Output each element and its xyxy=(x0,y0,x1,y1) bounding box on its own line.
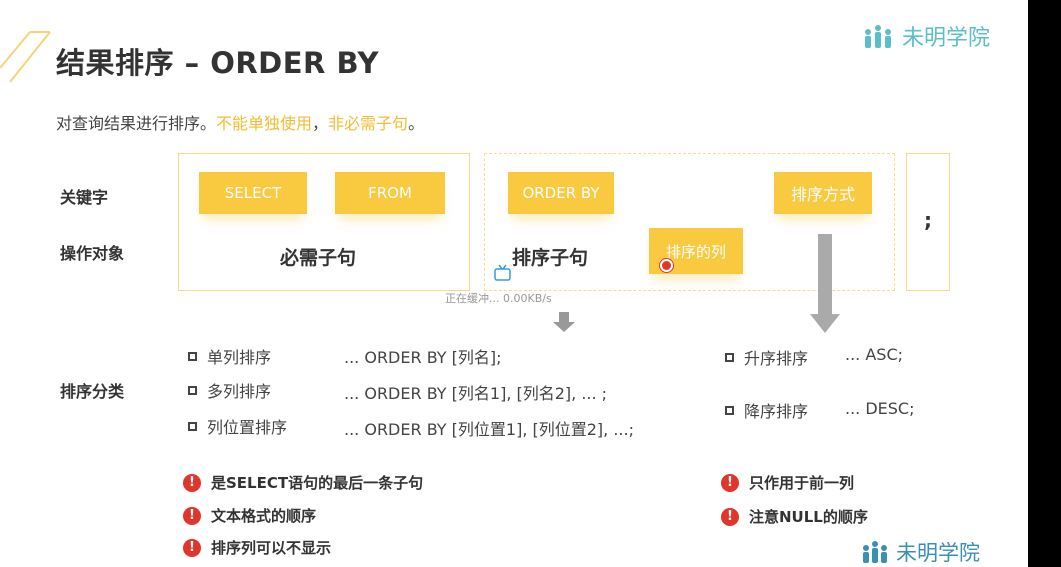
semicolon: ; xyxy=(924,208,932,232)
subtitle-highlight-1: 不能单独使用 xyxy=(216,114,313,133)
subtitle-highlight-2: 非必需子句 xyxy=(328,114,409,133)
warning-icon: ! xyxy=(183,506,201,525)
order-item: 降序排序 xyxy=(725,398,808,422)
sort-type-name: 列位置排序 xyxy=(207,418,288,437)
square-bullet-icon xyxy=(725,352,734,362)
square-bullet-icon xyxy=(188,385,197,395)
sort-type-syntax: ... ORDER BY [列名1], [列名2], ... ; xyxy=(344,384,608,403)
sort-type-item: 多列排序 xyxy=(188,378,271,402)
logo-top: 未明学院 xyxy=(862,20,990,52)
sort-type-item: 单列排序 xyxy=(188,344,271,368)
logo-icon xyxy=(865,25,891,48)
tv-icon xyxy=(494,264,511,281)
note-item: ! 排序列可以不显示 xyxy=(183,537,331,558)
logo-icon xyxy=(863,541,887,563)
cursor-dot xyxy=(660,259,673,272)
subtitle-end: 。 xyxy=(408,114,425,133)
sort-type-item: 列位置排序 xyxy=(188,414,287,438)
note-text: 排序列可以不显示 xyxy=(211,539,332,557)
row-label-categories: 排序分类 xyxy=(60,382,125,401)
network-status: 正在缓冲... 0.00KB/s xyxy=(445,292,552,305)
note-text: 文本格式的顺序 xyxy=(211,507,317,525)
logo-text: 未明学院 xyxy=(896,541,980,565)
corner-decoration xyxy=(0,31,51,83)
arrow-down-icon xyxy=(810,234,840,333)
square-bullet-icon xyxy=(725,405,734,415)
square-bullet-icon xyxy=(188,351,197,361)
logo-bottom: 未明学院 xyxy=(860,537,980,567)
logo-text: 未明学院 xyxy=(902,26,991,51)
square-bullet-icon xyxy=(188,421,197,431)
sort-type-syntax: ... ORDER BY [列名]; xyxy=(344,348,502,367)
slide: 结果排序 – ORDER BY 未明学院 对查询结果进行排序。不能单独使用，非必… xyxy=(0,0,1028,567)
sort-type-name: 多列排序 xyxy=(207,382,272,401)
row-label-keyword: 关键字 xyxy=(60,188,109,207)
subtitle: 对查询结果进行排序。不能单独使用，非必需子句。 xyxy=(56,110,424,134)
subtitle-lead: 对查询结果进行排序。 xyxy=(56,114,217,133)
chip-select: SELECT xyxy=(199,172,307,214)
note-text: 是SELECT语句的最后一条子句 xyxy=(211,474,424,492)
order-name: 升序排序 xyxy=(744,349,809,368)
chip-order-by: ORDER BY xyxy=(508,172,614,214)
warning-icon: ! xyxy=(183,473,201,492)
order-name: 降序排序 xyxy=(744,402,809,421)
order-syntax: ... ASC; xyxy=(845,345,904,364)
order-item: 升序排序 xyxy=(725,345,808,369)
note-item: ! 只作用于前一列 xyxy=(721,472,854,493)
subtitle-comma: ， xyxy=(312,114,329,133)
sort-type-syntax: ... ORDER BY [列位置1], [列位置2], ...; xyxy=(344,420,634,439)
order-syntax: ... DESC; xyxy=(845,399,915,418)
note-text: 只作用于前一列 xyxy=(749,474,855,492)
row-label-operand: 操作对象 xyxy=(60,244,125,263)
arrow-down-icon xyxy=(553,312,575,332)
sort-clause-label: 排序子句 xyxy=(512,247,589,269)
note-item: ! 注意NULL的顺序 xyxy=(721,506,868,527)
page-title: 结果排序 – ORDER BY xyxy=(56,46,380,80)
chip-sort-method: 排序方式 xyxy=(774,172,872,214)
note-item: ! 是SELECT语句的最后一条子句 xyxy=(183,472,423,493)
warning-icon: ! xyxy=(721,507,739,526)
required-clause-label: 必需子句 xyxy=(280,247,357,269)
warning-icon: ! xyxy=(721,473,739,492)
note-text: 注意NULL的顺序 xyxy=(749,508,868,526)
chip-from: FROM xyxy=(335,172,445,214)
warning-icon: ! xyxy=(183,538,201,557)
note-item: ! 文本格式的顺序 xyxy=(183,505,316,526)
sort-type-name: 单列排序 xyxy=(207,348,272,367)
